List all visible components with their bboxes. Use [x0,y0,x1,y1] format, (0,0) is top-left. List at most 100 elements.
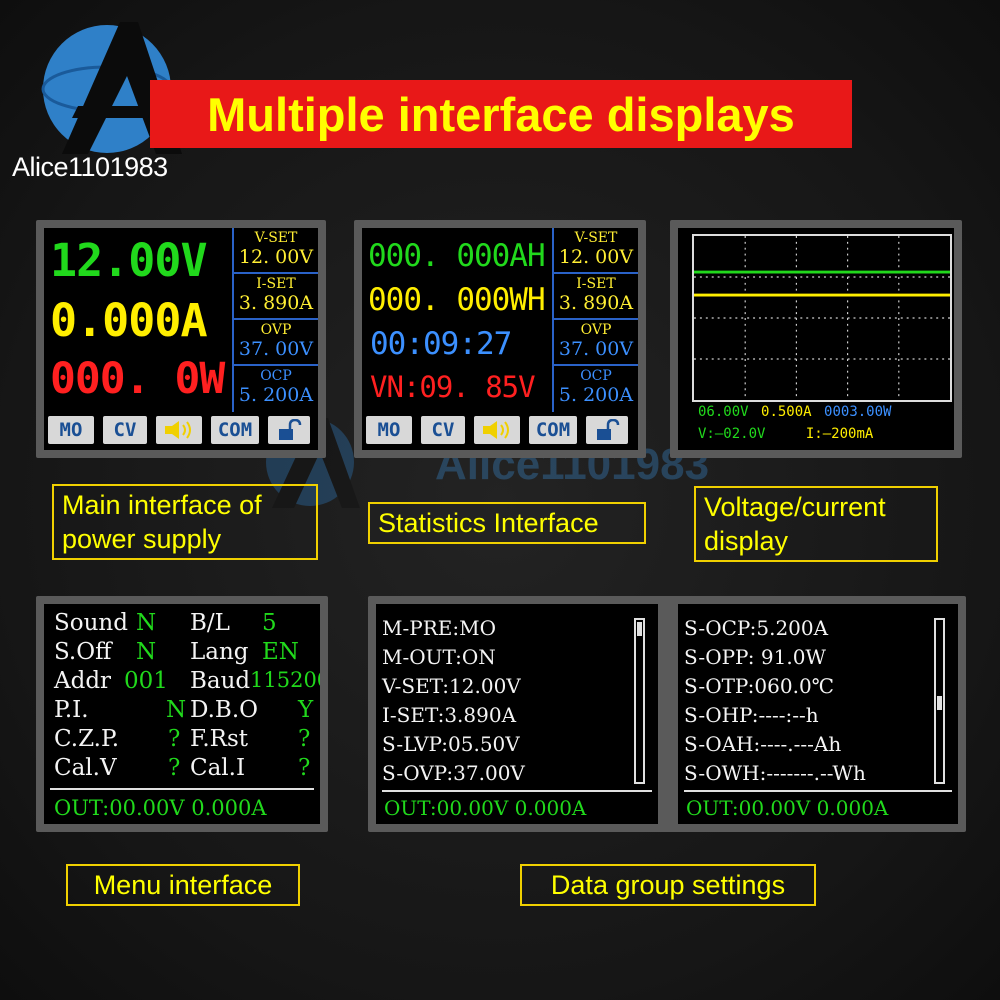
dg-right-line-2[interactable]: S-OTP:060.0℃ [684,674,834,698]
menu-key-soff: S.Off [54,639,112,665]
ocp-value: 5. 200A [238,384,314,406]
com-icon[interactable]: COM [211,416,259,444]
data-group-left-pane: M-PRE:MO M-OUT:ON V-SET:12.00V I-SET:3.8… [376,604,658,824]
menu-val-baud: 115200 [250,668,320,692]
menu-key-sound: Sound [54,610,128,636]
vset-cell: V-SET 12. 00V [234,228,318,274]
menu-row-pi[interactable]: P.I. N D.B.O Y [52,697,314,727]
vset-label: V-SET [254,230,298,246]
menu-key-baud: Baud [190,668,251,694]
menu-val-addr: 001 [124,668,168,694]
dg-left-line-1[interactable]: M-OUT:ON [382,645,496,669]
stats-settings-panel: V-SET 12. 00V I-SET 3. 890A OVP 37. 00V OCP… [552,228,638,412]
stats-vset-cell: V-SET 12. 00V [554,228,638,274]
wh-readout: 000. 000WH [368,282,546,318]
main-interface-screen: 12.00V 0.000A 000. 0W V-SET 12. 00V I-SET… [36,220,326,458]
dg-left-line-3[interactable]: I-SET:3.890A [382,703,516,727]
menu-key-bl: B/L [190,610,230,636]
menu-val-cali: ? [298,755,311,781]
menu-interface-screen: Sound N B/L 5 S.Off N Lang EN Addr 001 B… [36,596,328,832]
chart-scales: V:—02.0V I:—200mA [698,426,873,442]
chart-voltage: 06.00V [698,404,749,420]
stats-iset-value: 3. 890A [558,292,634,314]
menu-row-sound[interactable]: Sound N B/L 5 [52,610,312,640]
dg-left-scrollbar[interactable] [634,618,645,784]
dg-right-separator [684,790,952,792]
chart-lcd: 06.00V 0.500A 0003.00W V:—02.0V I:—200mA [678,228,954,450]
stats-iset-cell: I-SET 3. 890A [554,274,638,320]
status-icons: MO CV COM [48,416,314,446]
time-readout: 00:09:27 [370,326,512,362]
dg-right-output: OUT:00.00V 0.000A [686,796,889,820]
statistics-caption: Statistics Interface [368,502,646,544]
stats-ocp-value: 5. 200A [558,384,634,406]
dg-left-scroll-thumb[interactable] [637,622,642,636]
menu-row-soff[interactable]: S.Off N Lang EN [52,639,312,669]
dg-right-line-0[interactable]: S-OCP:5.200A [684,616,828,640]
main-lcd: 12.00V 0.000A 000. 0W V-SET 12. 00V I-SET… [44,228,318,450]
menu-val-dbo: Y [298,697,314,723]
menu-key-czp: C.Z.P. [54,726,120,752]
cv-icon[interactable]: CV [103,416,147,444]
waveform-chart [692,234,952,402]
menu-key-dbo: D.B.O [190,697,259,723]
menu-row-czp[interactable]: C.Z.P. ? F.Rst ? [52,726,312,756]
menu-val-calv: ? [168,755,181,781]
menu-key-frst: F.Rst [190,726,249,752]
dg-left-line-5[interactable]: S-OVP:37.00V [382,761,525,785]
menu-val-soff: N [136,639,157,665]
iset-cell: I-SET 3. 890A [234,274,318,320]
dg-right-line-1[interactable]: S-OPP: 91.0W [684,645,826,669]
voltage-readout: 12.00V [50,234,208,287]
menu-key-cali: Cal.I [190,755,246,781]
ovp-cell: OVP 37. 00V [234,320,318,366]
menu-key-pi: P.I. [54,697,89,723]
iset-value: 3. 890A [238,292,314,314]
stats-status-icons: MO CV COM [366,416,634,446]
chart-caption-line1: Voltage/current [704,492,886,522]
stats-ocp-cell: OCP 5. 200A [554,366,638,412]
stats-cv-icon[interactable]: CV [421,416,465,444]
dg-left-separator [382,790,652,792]
power-readout: 000. 0W [50,354,225,404]
stats-speaker-icon[interactable] [474,416,520,444]
chart-power: 0003.00W [824,404,892,420]
ocp-label: OCP [260,368,292,384]
speaker-icon[interactable] [156,416,202,444]
dg-left-output: OUT:00.00V 0.000A [384,796,587,820]
stats-vset-value: 12. 00V [558,246,634,268]
menu-val-pi: N [166,697,187,723]
dg-right-line-5[interactable]: S-OWH:-------.--Wh [684,761,866,785]
stats-ovp-value: 37. 00V [558,338,634,360]
menu-key-addr: Addr [54,668,112,694]
banner-title: Multiple interface displays [207,87,795,141]
menu-val-bl: 5 [262,610,277,636]
chart-caption-line2: display [704,526,789,556]
stats-com-icon[interactable]: COM [529,416,577,444]
menu-row-calv[interactable]: Cal.V ? Cal.I ? [52,755,312,785]
voltage-current-display-screen: 06.00V 0.500A 0003.00W V:—02.0V I:—200mA [670,220,962,458]
menu-row-addr[interactable]: Addr 001 Baud 115200 [52,668,320,698]
menu-lcd: Sound N B/L 5 S.Off N Lang EN Addr 001 B… [44,604,320,824]
dg-left-line-2[interactable]: V-SET:12.00V [382,674,521,698]
menu-val-frst: ? [298,726,311,752]
dg-left-line-4[interactable]: S-LVP:05.50V [382,732,520,756]
stats-lcd: 000. 000AH 000. 000WH 00:09:27 VN:09. 85… [362,228,638,450]
mo-icon[interactable]: MO [48,416,94,444]
main-interface-caption: Main interface of power supply [52,484,318,560]
dg-right-scrollbar[interactable] [934,618,945,784]
menu-separator [50,788,314,790]
data-group-lcd: M-PRE:MO M-OUT:ON V-SET:12.00V I-SET:3.8… [376,604,958,824]
dg-left-line-0[interactable]: M-PRE:MO [382,616,496,640]
dg-right-scroll-thumb[interactable] [937,696,942,710]
dg-right-line-4[interactable]: S-OAH:----.---Ah [684,732,841,756]
stats-iset-label: I-SET [576,276,616,292]
chart-caption: Voltage/current display [694,486,938,562]
title-banner: Multiple interface displays [150,80,852,148]
dg-right-line-3[interactable]: S-OHP:----:--h [684,703,819,727]
ah-readout: 000. 000AH [368,238,546,274]
menu-output-readout: OUT:00.00V 0.000A [54,796,267,820]
unlock-icon[interactable] [268,416,310,444]
stats-mo-icon[interactable]: MO [366,416,412,444]
stats-unlock-icon[interactable] [586,416,628,444]
